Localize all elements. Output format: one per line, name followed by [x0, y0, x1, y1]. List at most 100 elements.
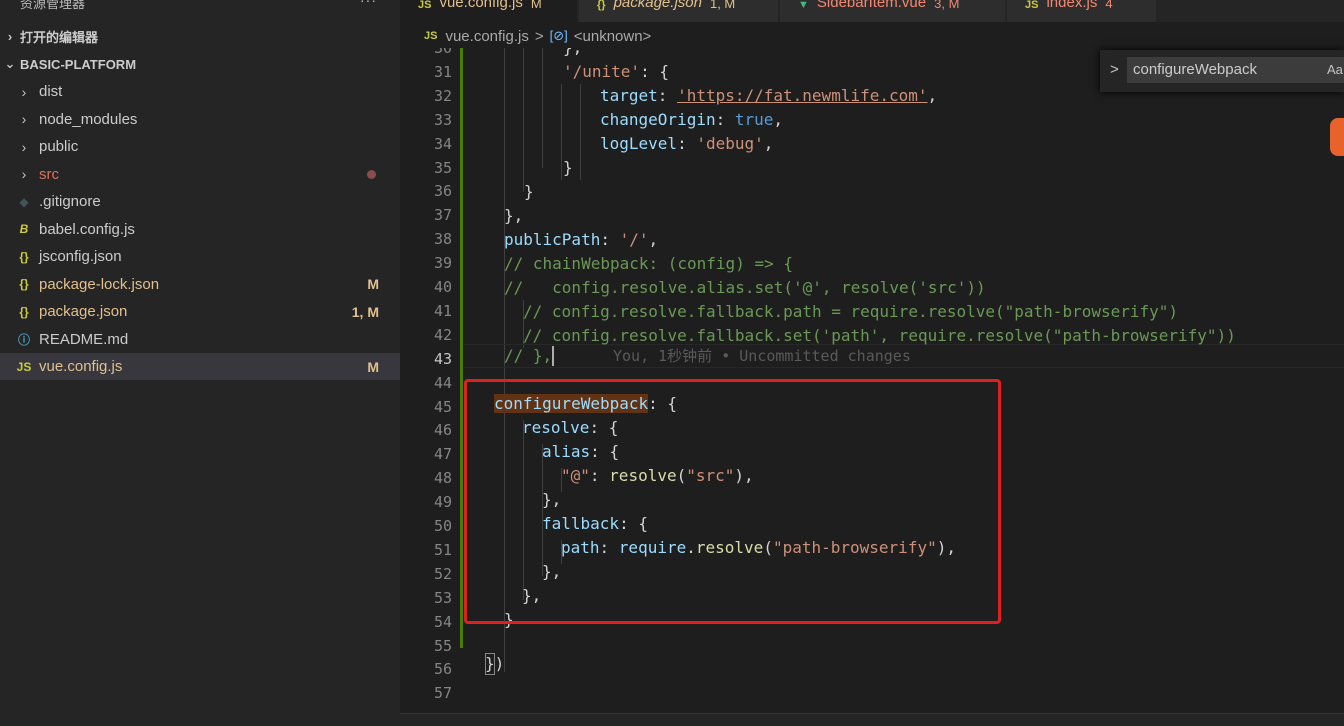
code-line: publicPath: '/',: [504, 230, 659, 249]
chevron-right-icon: ›: [21, 166, 27, 182]
project-section[interactable]: ⌄ BASIC-PLATFORM: [0, 53, 400, 75]
line-number: 50: [433, 517, 452, 535]
git-blame-annotation: You, 1秒钟前 • Uncommitted changes: [613, 347, 911, 365]
tab-sidebaritem-vue[interactable]: ▼ SidebarItem.vue 3, M: [780, 0, 1006, 22]
explorer-title: 资源管理器: [20, 0, 86, 11]
breadcrumb-separator: >: [534, 27, 544, 45]
tree-item-dist[interactable]: › dist: [0, 78, 400, 105]
horizontal-scrollbar[interactable]: [400, 713, 1344, 726]
symbol-icon: [⊘]: [549, 28, 568, 43]
tab-index-js[interactable]: JS index.js 4: [1007, 0, 1157, 22]
tree-item-babel-config-js[interactable]: Bbabel.config.js: [0, 216, 400, 243]
line-number: 32: [433, 86, 452, 105]
line-number: 56: [433, 660, 452, 679]
tab-file-icon: JS: [1025, 0, 1039, 11]
babel-file-icon: B: [19, 222, 29, 236]
line-number: 48: [433, 469, 452, 488]
line-number: 49: [433, 493, 452, 512]
chevron-right-icon: ›: [21, 111, 27, 127]
tree-item-label: vue.config.js: [39, 358, 123, 375]
line-number: 55: [433, 636, 452, 655]
tree-item-readme-md[interactable]: ⓘ README.md: [0, 326, 400, 353]
breadcrumb-file[interactable]: vue.config.js: [445, 28, 528, 45]
line-number: 34: [433, 134, 452, 153]
code-line: // chainWebpack: (config) => {: [504, 254, 793, 273]
tree-item-label: src: [39, 165, 59, 183]
indent-guide: [561, 84, 562, 180]
tree-item-label: babel.config.js: [39, 220, 135, 238]
tree-item-public[interactable]: › public: [0, 133, 400, 160]
tab-vue-config-js[interactable]: JS vue.config.js M: [400, 0, 578, 22]
explorer-sidebar: 资源管理器 ··· › 打开的编辑器 ⌄ BASIC-PLATFORM › dis…: [0, 0, 400, 726]
toggle-replace-icon[interactable]: >: [1110, 61, 1119, 78]
tree-item-label: node_modules: [39, 110, 138, 128]
open-editors-label: 打开的编辑器: [20, 29, 99, 45]
line-number: 38: [433, 230, 452, 249]
tree-item-src[interactable]: › src: [0, 161, 400, 188]
tree-item-jsconfig-json[interactable]: {} jsconfig.json: [0, 243, 400, 270]
chevron-right-icon: ›: [7, 28, 13, 44]
line-number: 47: [433, 445, 452, 464]
tree-item-label: dist: [39, 83, 63, 100]
tree-item-label: README.md: [39, 330, 129, 348]
line-number: 30: [433, 48, 452, 57]
tree-item-package-json[interactable]: {} package.json 1, M: [0, 298, 400, 325]
indent-guide: [542, 48, 543, 168]
chevron-right-icon: ›: [21, 83, 27, 100]
tab-file-icon: ▼: [798, 0, 809, 11]
find-widget: > configureWebpack Aa: [1100, 50, 1344, 92]
tab-label: SidebarItem.vue: [816, 0, 927, 11]
js-file-icon: JS: [16, 359, 32, 374]
line-number: 37: [433, 206, 452, 225]
tree-item-vue-config-js[interactable]: JS vue.config.js M: [0, 353, 400, 380]
more-actions-icon[interactable]: ···: [360, 0, 377, 8]
tab-label: package.json: [613, 0, 702, 11]
highlight-annotation-box: [464, 379, 1001, 624]
tab-package-json[interactable]: {} package.json 1, M: [579, 0, 779, 22]
code-line: // config.resolve.fallback.path = requir…: [523, 302, 1179, 321]
git-status-badge: M: [367, 276, 379, 292]
git-added-indicator[interactable]: [460, 48, 463, 648]
editor-tab-bar: JS vue.config.js M {} package.json 1, M ▼ Sideb…: [400, 0, 1344, 22]
tree-item-package-lock-json[interactable]: {} package-lock.json M: [0, 271, 400, 298]
json-file-icon: {}: [19, 249, 29, 264]
tab-status: M: [530, 0, 542, 11]
tab-status: 1, M: [709, 0, 736, 11]
breadcrumb: JS vue.config.js > [⊘] <unknown>: [400, 24, 1344, 48]
indent-guide: [523, 48, 524, 192]
tree-item-gitignore[interactable]: ◆ .gitignore: [0, 188, 400, 215]
tree-item-label: .gitignore: [39, 193, 101, 210]
info-file-icon: ⓘ: [17, 332, 30, 347]
breadcrumb-symbol[interactable]: <unknown>: [574, 28, 652, 45]
code-line: // },: [504, 346, 553, 365]
project-label: BASIC-PLATFORM: [20, 56, 137, 72]
tree-item-label: package.json: [39, 303, 128, 320]
code-line: logLevel: 'debug',: [600, 134, 774, 153]
open-editors-section[interactable]: › 打开的编辑器: [0, 25, 400, 47]
line-number: 46: [433, 421, 452, 440]
extension-icon[interactable]: [1330, 118, 1344, 156]
tab-label: index.js: [1046, 0, 1098, 11]
line-number: 51: [433, 540, 452, 559]
tab-file-icon: {}: [597, 0, 606, 11]
git-status-badge: M: [367, 358, 379, 375]
json-file-icon: {}: [19, 277, 29, 291]
chevron-right-icon: ›: [21, 138, 27, 155]
line-number: 52: [433, 564, 452, 583]
match-case-button[interactable]: Aa: [1327, 62, 1343, 77]
modified-dot: [367, 169, 376, 179]
code-line: },: [504, 206, 524, 225]
code-line: }: [563, 158, 573, 177]
code-line: // config.resolve.alias.set('@', resolve…: [504, 278, 986, 297]
git-file-icon: ◆: [19, 194, 29, 209]
tab-label: vue.config.js: [439, 0, 523, 11]
line-number: 45: [433, 397, 452, 416]
code-line: changeOrigin: true,: [600, 110, 784, 129]
code-line: }: [524, 182, 534, 201]
line-number: 54: [433, 612, 452, 631]
tab-status: 4: [1105, 0, 1113, 11]
find-input[interactable]: configureWebpack: [1127, 57, 1344, 83]
code-line: target: 'https://fat.newmlife.com',: [600, 86, 938, 105]
line-number: 33: [433, 110, 452, 129]
tree-item-node-modules[interactable]: › node_modules: [0, 106, 400, 133]
